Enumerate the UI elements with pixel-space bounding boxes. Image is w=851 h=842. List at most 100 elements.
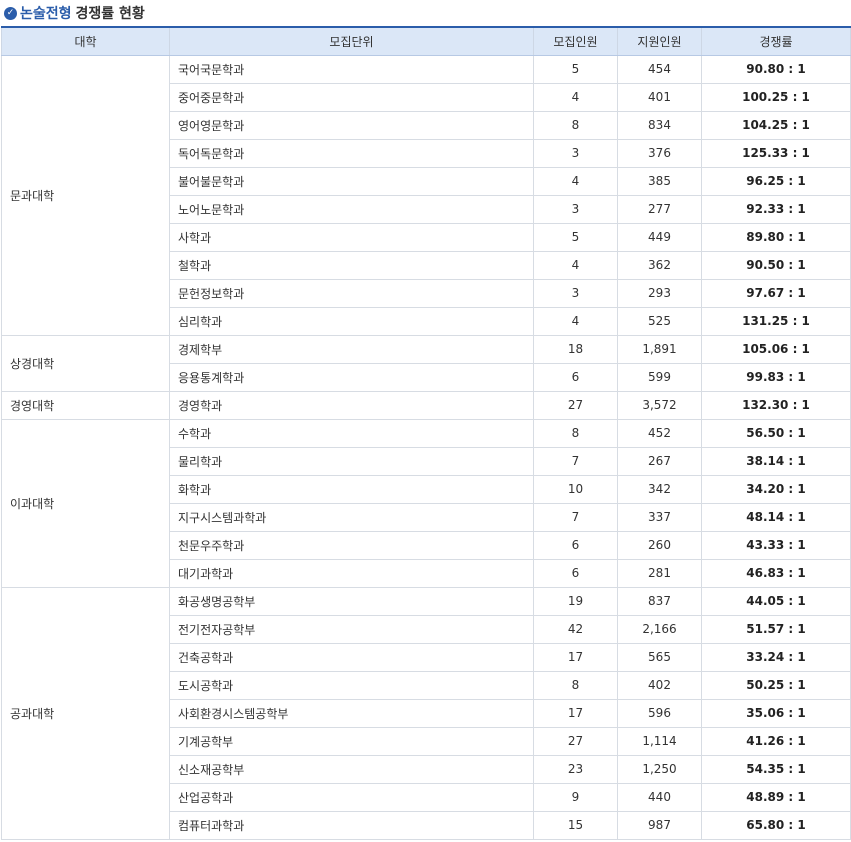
applicants-cell: 440: [617, 782, 702, 812]
unit-cell: 대기과학과: [169, 558, 534, 588]
quota-cell: 4: [533, 82, 618, 112]
ratio-cell: 100.25 : 1: [701, 82, 851, 112]
unit-cell: 국어국문학과: [169, 54, 534, 84]
unit-cell: 철학과: [169, 250, 534, 280]
unit-cell: 심리학과: [169, 306, 534, 336]
ratio-cell: 125.33 : 1: [701, 138, 851, 168]
quota-cell: 6: [533, 558, 618, 588]
applicants-cell: 834: [617, 110, 702, 140]
header-college: 대학: [1, 26, 170, 56]
applicants-cell: 449: [617, 222, 702, 252]
unit-cell: 경제학부: [169, 334, 534, 364]
applicants-cell: 402: [617, 670, 702, 700]
quota-cell: 3: [533, 138, 618, 168]
ratio-cell: 48.89 : 1: [701, 782, 851, 812]
unit-cell: 산업공학과: [169, 782, 534, 812]
applicants-cell: 454: [617, 54, 702, 84]
unit-cell: 화학과: [169, 474, 534, 504]
quota-cell: 10: [533, 474, 618, 504]
unit-cell: 전기전자공학부: [169, 614, 534, 644]
college-cell: 경영대학: [1, 390, 170, 420]
ratio-cell: 38.14 : 1: [701, 446, 851, 476]
applicants-cell: 452: [617, 418, 702, 448]
quota-cell: 4: [533, 166, 618, 196]
header-row: 대학 모집단위 모집인원 지원인원 경쟁률: [1, 26, 851, 56]
unit-cell: 컴퓨터과학과: [169, 810, 534, 840]
title-rest: 경쟁률 현황: [75, 6, 145, 22]
ratio-cell: 105.06 : 1: [701, 334, 851, 364]
unit-cell: 영어영문학과: [169, 110, 534, 140]
unit-cell: 천문우주학과: [169, 530, 534, 560]
applicants-cell: 1,250: [617, 754, 702, 784]
unit-cell: 물리학과: [169, 446, 534, 476]
ratio-cell: 54.35 : 1: [701, 754, 851, 784]
unit-cell: 불어불문학과: [169, 166, 534, 196]
unit-cell: 신소재공학부: [169, 754, 534, 784]
applicants-cell: 525: [617, 306, 702, 336]
ratio-cell: 89.80 : 1: [701, 222, 851, 252]
ratio-cell: 35.06 : 1: [701, 698, 851, 728]
ratio-cell: 50.25 : 1: [701, 670, 851, 700]
quota-cell: 9: [533, 782, 618, 812]
quota-cell: 15: [533, 810, 618, 840]
quota-cell: 23: [533, 754, 618, 784]
header-unit: 모집단위: [169, 26, 534, 56]
applicants-cell: 2,166: [617, 614, 702, 644]
ratio-cell: 90.50 : 1: [701, 250, 851, 280]
unit-cell: 지구시스템과학과: [169, 502, 534, 532]
unit-cell: 사회환경시스템공학부: [169, 698, 534, 728]
ratio-cell: 44.05 : 1: [701, 586, 851, 616]
applicants-cell: 281: [617, 558, 702, 588]
college-cell: 문과대학: [1, 54, 170, 336]
applicants-cell: 277: [617, 194, 702, 224]
applicants-cell: 837: [617, 586, 702, 616]
unit-cell: 문헌정보학과: [169, 278, 534, 308]
unit-cell: 화공생명공학부: [169, 586, 534, 616]
ratio-cell: 131.25 : 1: [701, 306, 851, 336]
college-cell: 공과대학: [1, 586, 170, 840]
applicants-cell: 342: [617, 474, 702, 504]
applicants-cell: 376: [617, 138, 702, 168]
unit-cell: 수학과: [169, 418, 534, 448]
quota-cell: 17: [533, 698, 618, 728]
quota-cell: 17: [533, 642, 618, 672]
unit-cell: 노어노문학과: [169, 194, 534, 224]
quota-cell: 3: [533, 194, 618, 224]
ratio-cell: 41.26 : 1: [701, 726, 851, 756]
quota-cell: 5: [533, 54, 618, 84]
quota-cell: 6: [533, 362, 618, 392]
unit-cell: 도시공학과: [169, 670, 534, 700]
ratio-cell: 56.50 : 1: [701, 418, 851, 448]
quota-cell: 8: [533, 110, 618, 140]
quota-cell: 27: [533, 390, 618, 420]
table-row: 공과대학 화공생명공학부 19 837 44.05 : 1: [1, 586, 851, 840]
unit-cell: 응용통계학과: [169, 362, 534, 392]
header-quota: 모집인원: [533, 26, 618, 56]
ratio-cell: 99.83 : 1: [701, 362, 851, 392]
table-row: 경영대학 경영학과 27 3,572 132.30 : 1: [1, 390, 851, 420]
quota-cell: 18: [533, 334, 618, 364]
applicants-cell: 3,572: [617, 390, 702, 420]
quota-cell: 8: [533, 670, 618, 700]
quota-cell: 42: [533, 614, 618, 644]
table-row: 문과대학 국어국문학과 5 454 90.80 : 1: [1, 54, 851, 336]
ratio-cell: 90.80 : 1: [701, 54, 851, 84]
applicants-cell: 362: [617, 250, 702, 280]
applicants-cell: 987: [617, 810, 702, 840]
quota-cell: 5: [533, 222, 618, 252]
unit-cell: 중어중문학과: [169, 82, 534, 112]
applicants-cell: 1,891: [617, 334, 702, 364]
header-applicants: 지원인원: [617, 26, 702, 56]
quota-cell: 6: [533, 530, 618, 560]
competition-table: 대학 모집단위 모집인원 지원인원 경쟁률 문과대학 국어국문학과 5 454 90.8…: [1, 26, 851, 840]
quota-cell: 7: [533, 502, 618, 532]
ratio-cell: 96.25 : 1: [701, 166, 851, 196]
college-cell: 이과대학: [1, 418, 170, 588]
applicants-cell: 337: [617, 502, 702, 532]
quota-cell: 4: [533, 250, 618, 280]
ratio-cell: 132.30 : 1: [701, 390, 851, 420]
quota-cell: 7: [533, 446, 618, 476]
check-circle-icon: ✓: [4, 6, 17, 20]
applicants-cell: 267: [617, 446, 702, 476]
applicants-cell: 401: [617, 82, 702, 112]
